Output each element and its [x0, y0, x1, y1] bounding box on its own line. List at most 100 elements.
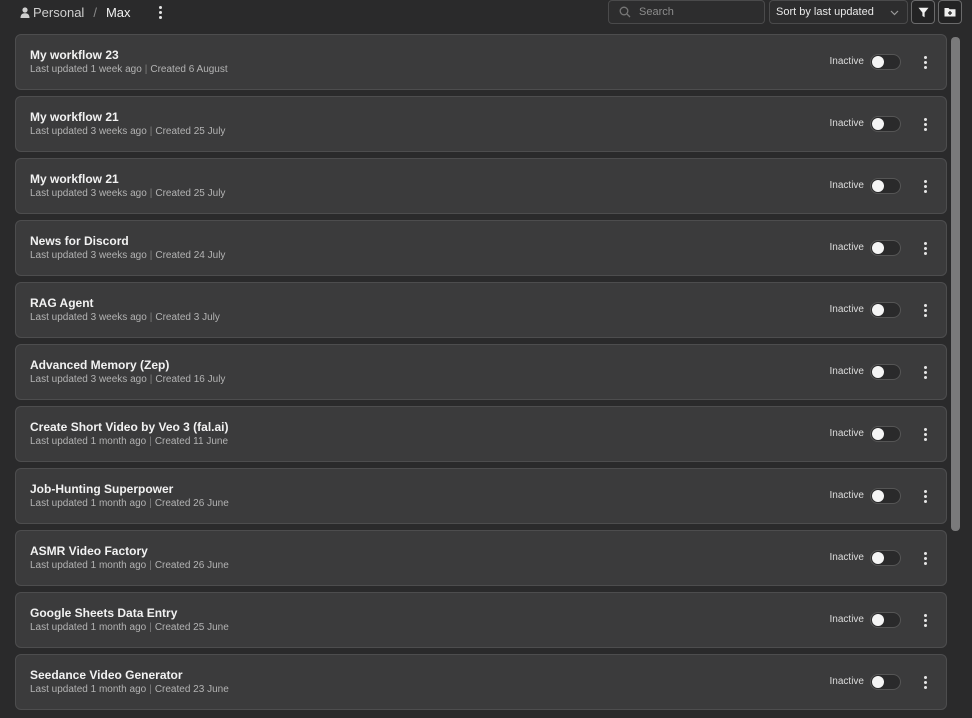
workflow-meta: Last updated 1 month ago | Created 26 June: [30, 498, 229, 509]
active-toggle[interactable]: [870, 426, 901, 442]
add-folder-button[interactable]: [938, 0, 962, 24]
workflow-card[interactable]: News for Discord Last updated 3 weeks ago…: [15, 220, 947, 276]
workflow-title[interactable]: Google Sheets Data Entry: [30, 606, 177, 620]
workflow-options-kebab-icon[interactable]: [921, 675, 929, 689]
workflow-created: Created 24 July: [155, 250, 226, 261]
folder-add-icon: [944, 8, 956, 17]
workflow-card[interactable]: Job-Hunting Superpower Last updated 1 mon…: [15, 468, 947, 524]
active-toggle[interactable]: [870, 612, 901, 628]
workflow-created: Created 16 July: [155, 374, 226, 385]
toggle-knob: [872, 614, 884, 626]
workflow-options-kebab-icon[interactable]: [921, 427, 929, 441]
workflow-options-kebab-icon[interactable]: [921, 117, 929, 131]
workflow-created: Created 3 July: [155, 312, 220, 323]
filter-button[interactable]: [911, 0, 935, 24]
meta-separator: |: [149, 312, 153, 323]
active-toggle[interactable]: [870, 674, 901, 690]
workflow-card[interactable]: Seedance Video Generator Last updated 1 m…: [15, 654, 947, 710]
workflow-title[interactable]: News for Discord: [30, 234, 129, 248]
workflow-created: Created 6 August: [150, 64, 228, 75]
workflow-card[interactable]: My workflow 23 Last updated 1 week ago | Cr…: [15, 34, 947, 90]
workflow-updated: Last updated 1 week ago: [30, 64, 142, 75]
active-toggle[interactable]: [870, 54, 901, 70]
workflow-card[interactable]: Advanced Memory (Zep) Last updated 3 week…: [15, 344, 947, 400]
workflow-created: Created 26 June: [154, 498, 229, 509]
active-toggle[interactable]: [870, 240, 901, 256]
active-toggle[interactable]: [870, 302, 901, 318]
workflow-title[interactable]: Advanced Memory (Zep): [30, 358, 169, 372]
active-toggle[interactable]: [870, 488, 901, 504]
workflow-status: Inactive: [829, 242, 864, 253]
workflow-options-kebab-icon[interactable]: [921, 489, 929, 503]
workflow-title[interactable]: Create Short Video by Veo 3 (fal.ai): [30, 420, 229, 434]
workflow-title[interactable]: ASMR Video Factory: [30, 544, 148, 558]
meta-separator: |: [149, 436, 152, 447]
workflow-card[interactable]: ASMR Video Factory Last updated 1 month a…: [15, 530, 947, 586]
workflow-title[interactable]: My workflow 21: [30, 172, 119, 186]
workflow-options-kebab-icon[interactable]: [921, 179, 929, 193]
workflow-updated: Last updated 3 weeks ago: [30, 312, 147, 323]
workflow-meta: Last updated 3 weeks ago | Created 25 July: [30, 188, 225, 199]
project-options-kebab-icon[interactable]: [154, 4, 166, 20]
workflow-title[interactable]: My workflow 21: [30, 110, 119, 124]
workflow-meta: Last updated 1 month ago | Created 25 June: [30, 622, 229, 633]
workflow-created: Created 25 July: [155, 188, 226, 199]
active-toggle[interactable]: [870, 116, 901, 132]
workflow-updated: Last updated 1 month ago: [30, 622, 147, 633]
breadcrumb-separator: /: [93, 4, 97, 20]
workflow-card[interactable]: My workflow 21 Last updated 3 weeks ago | C…: [15, 96, 947, 152]
sort-select[interactable]: Sort by last updated: [769, 0, 908, 24]
workflow-updated: Last updated 3 weeks ago: [30, 374, 147, 385]
workflow-status: Inactive: [829, 552, 864, 563]
meta-separator: |: [149, 498, 152, 509]
active-toggle[interactable]: [870, 364, 901, 380]
meta-separator: |: [149, 622, 152, 633]
workflow-created: Created 26 June: [154, 560, 229, 571]
search-icon: [619, 6, 631, 18]
workflow-status: Inactive: [829, 614, 864, 625]
workflow-created: Created 25 June: [154, 622, 229, 633]
active-toggle[interactable]: [870, 550, 901, 566]
meta-separator: |: [149, 250, 153, 261]
workflow-created: Created 11 June: [154, 436, 229, 447]
meta-separator: |: [144, 64, 148, 75]
workflow-card[interactable]: My workflow 21 Last updated 3 weeks ago | C…: [15, 158, 947, 214]
workflow-status: Inactive: [829, 304, 864, 315]
workflow-title[interactable]: Job-Hunting Superpower: [30, 482, 173, 496]
workflow-title[interactable]: Seedance Video Generator: [30, 668, 183, 682]
workflow-status: Inactive: [829, 118, 864, 129]
workflow-options-kebab-icon[interactable]: [921, 303, 929, 317]
workflow-meta: Last updated 1 month ago | Created 11 June: [30, 436, 228, 447]
workflow-updated: Last updated 3 weeks ago: [30, 250, 147, 261]
workflow-card[interactable]: Create Short Video by Veo 3 (fal.ai) Last…: [15, 406, 947, 462]
workflow-updated: Last updated 1 month ago: [30, 560, 147, 571]
workflow-title[interactable]: RAG Agent: [30, 296, 94, 310]
top-bar: Personal / Max Sort by last updated: [0, 0, 972, 24]
workflow-updated: Last updated 3 weeks ago: [30, 188, 147, 199]
workflow-options-kebab-icon[interactable]: [921, 55, 929, 69]
meta-separator: |: [149, 684, 152, 695]
workflow-status: Inactive: [829, 676, 864, 687]
search-input[interactable]: [639, 6, 759, 18]
workflow-title[interactable]: My workflow 23: [30, 48, 119, 62]
scrollbar[interactable]: [950, 34, 962, 718]
toggle-knob: [872, 676, 884, 688]
workflow-card[interactable]: Google Sheets Data Entry Last updated 1 m…: [15, 592, 947, 648]
workflow-options-kebab-icon[interactable]: [921, 241, 929, 255]
workflow-options-kebab-icon[interactable]: [921, 613, 929, 627]
chevron-down-icon: [890, 10, 899, 16]
breadcrumb: Personal / Max: [20, 3, 131, 21]
toggle-knob: [872, 304, 884, 316]
sort-label: Sort by last updated: [776, 6, 874, 18]
breadcrumb-personal[interactable]: Personal: [33, 5, 84, 20]
workflow-options-kebab-icon[interactable]: [921, 551, 929, 565]
workflow-card[interactable]: RAG Agent Last updated 3 weeks ago | Create…: [15, 282, 947, 338]
workflow-status: Inactive: [829, 428, 864, 439]
workflow-status: Inactive: [829, 180, 864, 191]
workflow-meta: Last updated 3 weeks ago | Created 24 July: [30, 250, 225, 261]
workflow-updated: Last updated 1 month ago: [30, 436, 147, 447]
search-box[interactable]: [608, 0, 765, 24]
workflow-options-kebab-icon[interactable]: [921, 365, 929, 379]
scrollbar-thumb[interactable]: [951, 37, 960, 531]
active-toggle[interactable]: [870, 178, 901, 194]
